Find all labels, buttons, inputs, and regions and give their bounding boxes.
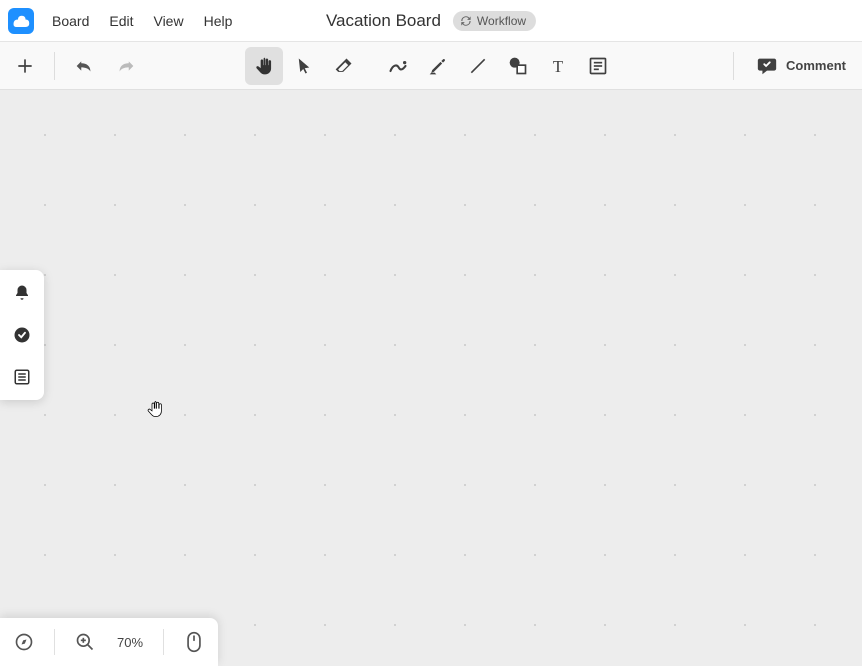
zoom-in-button[interactable] bbox=[69, 626, 101, 658]
compass-icon bbox=[14, 632, 34, 652]
mouse-mode-button[interactable] bbox=[178, 626, 210, 658]
highlighter-icon bbox=[428, 56, 448, 76]
navigator-button[interactable] bbox=[8, 626, 40, 658]
notifications-button[interactable] bbox=[11, 282, 33, 304]
workflow-label: Workflow bbox=[477, 14, 526, 28]
canvas[interactable] bbox=[0, 90, 862, 666]
separator bbox=[54, 52, 55, 80]
highlighter-tool[interactable] bbox=[419, 47, 457, 85]
pen-icon bbox=[388, 56, 408, 76]
zoom-level[interactable]: 70% bbox=[111, 635, 149, 650]
note-tool[interactable] bbox=[579, 47, 617, 85]
bell-icon bbox=[13, 284, 31, 302]
bottom-bar: 70% bbox=[0, 618, 218, 666]
eraser-icon bbox=[334, 56, 354, 76]
mouse-icon bbox=[185, 631, 203, 653]
separator bbox=[54, 629, 55, 655]
add-button[interactable] bbox=[6, 47, 44, 85]
zoom-in-icon bbox=[75, 632, 95, 652]
undo-icon bbox=[73, 55, 95, 77]
board-title[interactable]: Vacation Board bbox=[326, 11, 441, 31]
pointer-icon bbox=[295, 57, 313, 75]
separator bbox=[163, 629, 164, 655]
text-icon: T bbox=[548, 56, 568, 76]
menu-help[interactable]: Help bbox=[196, 9, 241, 33]
list-button[interactable] bbox=[11, 366, 33, 388]
line-tool[interactable] bbox=[459, 47, 497, 85]
text-tool[interactable]: T bbox=[539, 47, 577, 85]
line-icon bbox=[468, 56, 488, 76]
workflow-button[interactable]: Workflow bbox=[453, 11, 536, 31]
hand-tool[interactable] bbox=[245, 47, 283, 85]
eraser-tool[interactable] bbox=[325, 47, 363, 85]
pointer-tool[interactable] bbox=[285, 47, 323, 85]
side-panel bbox=[0, 270, 44, 400]
cursor-indicator bbox=[146, 400, 164, 418]
shape-tool[interactable] bbox=[499, 47, 537, 85]
menu-edit[interactable]: Edit bbox=[101, 9, 141, 33]
app-logo[interactable] bbox=[8, 8, 34, 34]
toolbar: T Comment bbox=[0, 42, 862, 90]
pen-tool[interactable] bbox=[379, 47, 417, 85]
comment-label: Comment bbox=[786, 58, 846, 73]
title-area: Vacation Board Workflow bbox=[326, 11, 536, 31]
separator bbox=[733, 52, 734, 80]
menu-board[interactable]: Board bbox=[44, 9, 97, 33]
redo-icon bbox=[115, 55, 137, 77]
note-icon bbox=[588, 56, 608, 76]
plus-icon bbox=[15, 56, 35, 76]
comment-button[interactable]: Comment bbox=[746, 49, 856, 83]
menu-bar: Board Edit View Help Vacation Board Work… bbox=[0, 0, 862, 42]
comment-icon bbox=[756, 55, 778, 77]
tasks-button[interactable] bbox=[11, 324, 33, 346]
hand-icon bbox=[254, 56, 274, 76]
redo-button[interactable] bbox=[107, 47, 145, 85]
list-icon bbox=[13, 368, 31, 386]
shape-icon bbox=[508, 56, 528, 76]
undo-button[interactable] bbox=[65, 47, 103, 85]
check-circle-icon bbox=[13, 326, 31, 344]
menu-view[interactable]: View bbox=[145, 9, 191, 33]
svg-text:T: T bbox=[553, 56, 563, 75]
refresh-icon bbox=[459, 14, 473, 28]
logo-icon bbox=[12, 13, 30, 29]
